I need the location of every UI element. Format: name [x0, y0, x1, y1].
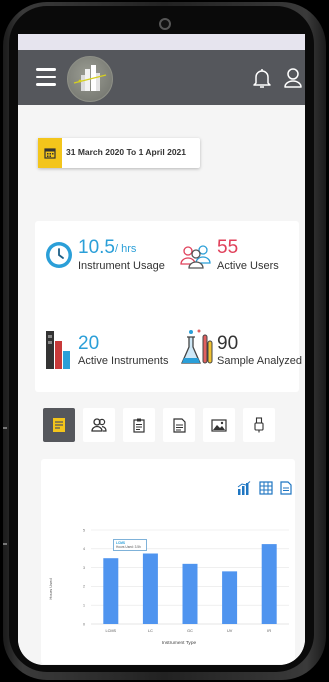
- y-tick-label: 0: [83, 622, 85, 626]
- app-screen: 31 March 2020 To 1 April 2021 10.5 / hrs…: [18, 34, 305, 665]
- active-instruments-label: Active Instruments: [78, 355, 169, 367]
- lab-flask-icon: [181, 329, 213, 364]
- user-icon[interactable]: [283, 67, 303, 89]
- date-range-text: 31 March 2020 To 1 April 2021: [66, 147, 187, 157]
- bar-lc[interactable]: [142, 553, 158, 625]
- y-tick-label: 2: [83, 585, 85, 589]
- y-tick-label: 3: [83, 566, 85, 570]
- tooltip-text: Hours Used: 3.5h: [116, 545, 141, 549]
- sample-analyzed-value: 90: [217, 333, 239, 354]
- users-icon: [91, 418, 107, 432]
- active-instruments-value: 20: [78, 333, 100, 354]
- date-range-filter[interactable]: 31 March 2020 To 1 April 2021: [38, 138, 200, 168]
- tab-usb[interactable]: [243, 408, 275, 442]
- bar-lcms[interactable]: [103, 558, 119, 624]
- x-tick-label: IR: [267, 629, 271, 633]
- x-tick-label: GC: [187, 629, 193, 633]
- bar-chart: LCMS LC GC UV IR 0 1 2 3 4 5 Hours Used Instrumen…: [48, 528, 289, 646]
- stats-card: 10.5 / hrs Instrument Usage 55 Active Us…: [35, 221, 302, 392]
- x-tick-label: LC: [148, 629, 153, 633]
- bar-gc[interactable]: [182, 563, 198, 624]
- x-tick-label: UV: [227, 629, 233, 633]
- dashboard-content: 31 March 2020 To 1 April 2021 10.5 / hrs…: [18, 105, 305, 665]
- chart-tooltip: LCMS Hours Used: 3.5h: [113, 539, 147, 551]
- bell-icon[interactable]: [252, 67, 272, 89]
- usb-device-icon: [254, 417, 264, 433]
- tab-clipboard[interactable]: [123, 408, 155, 442]
- y-tick-label: 1: [83, 604, 85, 608]
- instrument-chart-icon: [46, 331, 70, 369]
- y-axis-label: Hours Used: [48, 578, 53, 599]
- instrument-usage-value: 10.5: [78, 237, 115, 258]
- status-bar: [18, 34, 305, 50]
- y-tick-label: 4: [83, 547, 85, 551]
- side-button: [3, 543, 7, 545]
- x-axis-label: Instrument Type: [162, 640, 197, 646]
- calendar-icon: [38, 138, 62, 168]
- users-icon: [180, 245, 211, 269]
- bar-ir[interactable]: [261, 544, 277, 624]
- active-users-value: 55: [217, 237, 239, 258]
- tab-report[interactable]: [163, 408, 195, 442]
- chart-card: LCMS LC GC UV IR 0 1 2 3 4 5 Hours Used Instrumen…: [41, 459, 295, 664]
- x-tick-label: LCMS: [106, 629, 117, 633]
- sample-analyzed-label: Sample Analyzed: [217, 355, 302, 367]
- clipboard-list-icon: [133, 418, 145, 433]
- app-header: [18, 50, 305, 105]
- side-button: [3, 427, 7, 429]
- instrument-usage-label: Instrument Usage: [78, 260, 165, 272]
- tab-document-chart[interactable]: [43, 408, 75, 442]
- active-users-label: Active Users: [217, 260, 279, 272]
- document-chart-icon: [53, 418, 65, 432]
- clock-icon: [46, 242, 72, 268]
- front-camera: [159, 18, 171, 30]
- hamburger-menu-icon[interactable]: [36, 68, 56, 86]
- bar-uv[interactable]: [222, 571, 238, 624]
- report-file-icon: [172, 417, 186, 433]
- y-tick-label: 5: [83, 528, 85, 532]
- tab-gallery[interactable]: [203, 408, 235, 442]
- building-logo-icon[interactable]: [67, 56, 113, 102]
- tab-users[interactable]: [83, 408, 115, 442]
- instrument-usage-unit: / hrs: [115, 243, 137, 255]
- image-gallery-icon: [211, 418, 227, 432]
